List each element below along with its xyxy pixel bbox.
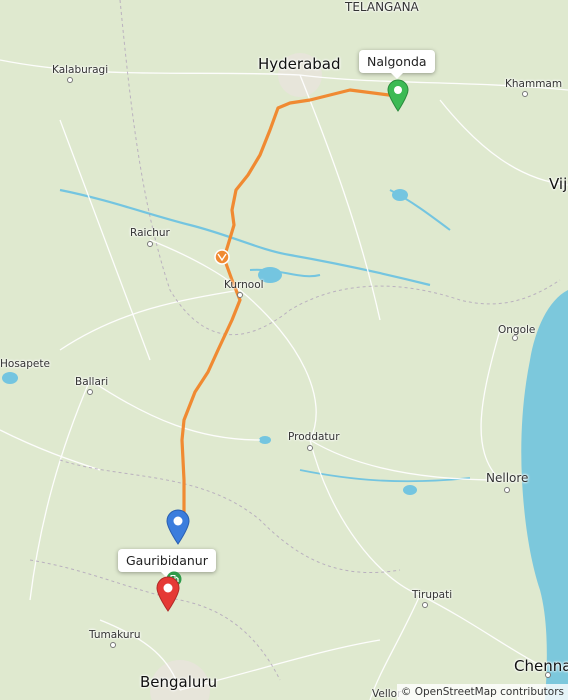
current-location-pin-icon[interactable] — [165, 509, 191, 545]
poi-pin-icon[interactable] — [155, 576, 181, 612]
sea-area — [521, 290, 568, 700]
river — [59, 188, 431, 287]
map-attribution[interactable]: © OpenStreetMap contributors — [396, 684, 568, 700]
origin-callout[interactable]: Nalgonda — [359, 50, 435, 79]
map-base-layer — [0, 0, 568, 700]
state-label-telangana: TELANGANA — [345, 0, 419, 14]
city-label-bengaluru: Bengaluru — [140, 673, 218, 691]
city-label-nellore: Nellore — [486, 471, 529, 485]
river — [299, 469, 471, 483]
toll-icon — [214, 249, 230, 265]
city-label-chennai: Chenna — [514, 657, 568, 675]
city-label-hyderabad: Hyderabad — [258, 55, 341, 73]
map-view[interactable]: TELANGANA Hyderabad Kalaburagi Khammam V… — [0, 0, 568, 700]
city-label-kurnool: Kurnool — [224, 279, 264, 291]
route-line — [180, 88, 399, 522]
city-label-raichur: Raichur — [130, 227, 170, 239]
destination-callout[interactable]: Gauribidanur — [118, 549, 216, 578]
city-label-khammam: Khammam — [505, 78, 563, 90]
city-label-vij: Vij — [549, 175, 568, 193]
origin-pin-icon[interactable] — [386, 78, 410, 112]
city-label-hosapete: Hosapete — [0, 358, 50, 370]
city-label-ballari: Ballari — [75, 376, 109, 388]
city-label-proddatur: Proddatur — [288, 431, 340, 443]
city-label-kalaburagi: Kalaburagi — [52, 64, 109, 76]
city-label-tirupati: Tirupati — [412, 589, 453, 601]
city-label-tumakuru: Tumakuru — [89, 629, 141, 641]
city-label-ongole: Ongole — [498, 324, 536, 336]
